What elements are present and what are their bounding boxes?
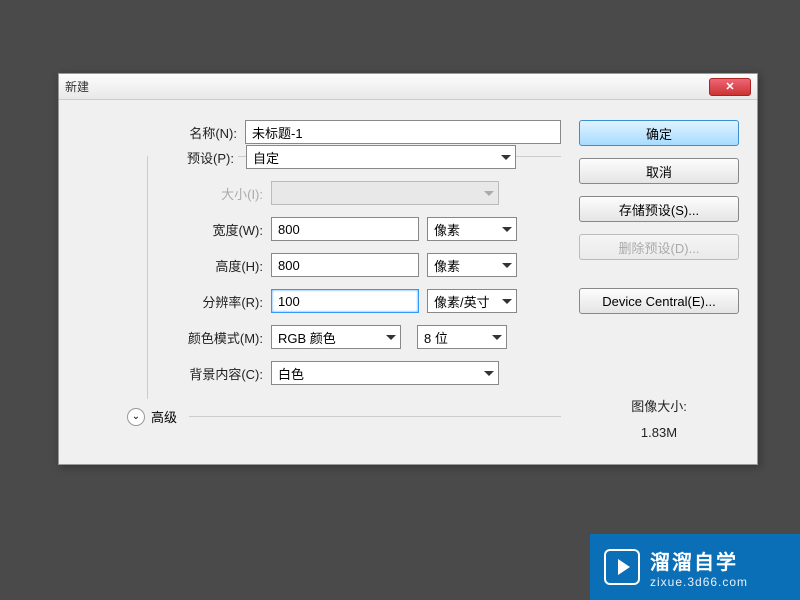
height-row: 高度(H): 像素	[148, 253, 561, 277]
divider	[189, 416, 561, 417]
size-combo	[271, 181, 499, 205]
height-unit-value: 像素	[434, 256, 460, 275]
delete-preset-button: 删除预设(D)...	[579, 234, 739, 260]
advanced-toggle[interactable]: ⌄	[127, 408, 145, 426]
device-central-button[interactable]: Device Central(E)...	[579, 288, 739, 314]
width-row: 宽度(W): 像素	[148, 217, 561, 241]
advanced-row: ⌄ 高级	[127, 407, 561, 426]
size-label: 大小(I):	[148, 184, 263, 203]
height-label: 高度(H):	[148, 256, 263, 275]
name-row: 名称(N):	[77, 120, 561, 144]
titlebar: 新建 ✕	[59, 74, 757, 100]
background-row: 背景内容(C): 白色	[148, 361, 561, 385]
form-column: 名称(N): 预设(P): 自定 大小(I):	[77, 120, 561, 440]
background-value: 白色	[278, 364, 304, 383]
chevron-down-icon	[502, 227, 512, 232]
chevron-down-icon: ⌄	[132, 411, 140, 422]
color-mode-label: 颜色模式(M):	[148, 328, 263, 347]
chevron-down-icon	[484, 371, 494, 376]
chevron-down-icon	[501, 155, 511, 160]
image-size-value: 1.83M	[579, 425, 739, 440]
width-unit-value: 像素	[434, 220, 460, 239]
color-mode-combo[interactable]: RGB 颜色	[271, 325, 401, 349]
resolution-label: 分辨率(R):	[148, 292, 263, 311]
chevron-down-icon	[484, 191, 494, 196]
preset-row: 预设(P): 自定	[148, 145, 561, 169]
height-input[interactable]	[271, 253, 419, 277]
bit-depth-value: 8 位	[424, 328, 448, 347]
watermark-title: 溜溜自学	[650, 546, 748, 575]
chevron-down-icon	[386, 335, 396, 340]
image-size-info: 图像大小: 1.83M	[579, 396, 739, 440]
bit-depth-combo[interactable]: 8 位	[417, 325, 507, 349]
height-unit-combo[interactable]: 像素	[427, 253, 517, 277]
chevron-down-icon	[502, 299, 512, 304]
image-size-label: 图像大小:	[579, 396, 739, 415]
size-row: 大小(I):	[148, 181, 561, 205]
button-column: 确定 取消 存储预设(S)... 删除预设(D)... Device Centr…	[579, 120, 739, 440]
preset-label: 预设(P):	[148, 148, 238, 167]
color-mode-value: RGB 颜色	[278, 328, 336, 347]
color-mode-row: 颜色模式(M): RGB 颜色 8 位	[148, 325, 561, 349]
save-preset-button[interactable]: 存储预设(S)...	[579, 196, 739, 222]
preset-value: 自定	[253, 148, 279, 167]
watermark-text: 溜溜自学 zixue.3d66.com	[650, 546, 748, 589]
width-label: 宽度(W):	[148, 220, 263, 239]
background-label: 背景内容(C):	[148, 364, 263, 383]
chevron-down-icon	[502, 263, 512, 268]
resolution-input[interactable]	[271, 289, 419, 313]
background-combo[interactable]: 白色	[271, 361, 499, 385]
resolution-unit-value: 像素/英寸	[434, 292, 490, 311]
play-icon	[604, 549, 640, 585]
width-unit-combo[interactable]: 像素	[427, 217, 517, 241]
new-document-dialog: 新建 ✕ 名称(N): 预设(P): 自定	[58, 73, 758, 465]
preset-fieldset: 预设(P): 自定 大小(I): 宽度	[147, 156, 561, 399]
watermark: 溜溜自学 zixue.3d66.com	[590, 534, 800, 600]
width-input[interactable]	[271, 217, 419, 241]
resolution-unit-combo[interactable]: 像素/英寸	[427, 289, 517, 313]
name-label: 名称(N):	[77, 123, 237, 142]
cancel-button[interactable]: 取消	[579, 158, 739, 184]
name-input[interactable]	[245, 120, 561, 144]
advanced-label: 高级	[151, 407, 177, 426]
close-button[interactable]: ✕	[709, 78, 751, 96]
resolution-row: 分辨率(R): 像素/英寸	[148, 289, 561, 313]
chevron-down-icon	[492, 335, 502, 340]
close-icon: ✕	[725, 80, 734, 93]
preset-combo[interactable]: 自定	[246, 145, 516, 169]
dialog-title: 新建	[65, 78, 89, 95]
ok-button[interactable]: 确定	[579, 120, 739, 146]
watermark-url: zixue.3d66.com	[650, 575, 748, 589]
dialog-body: 名称(N): 预设(P): 自定 大小(I):	[59, 100, 757, 464]
